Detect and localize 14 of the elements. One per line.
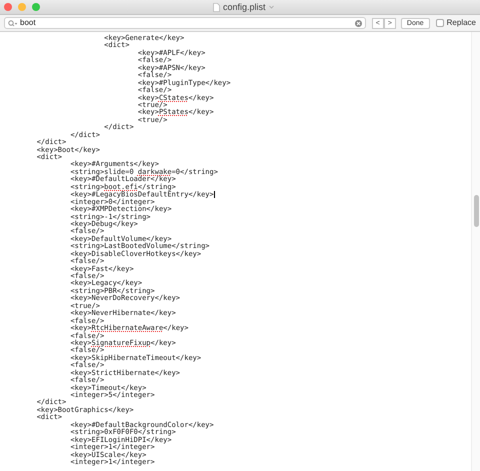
clear-icon[interactable] xyxy=(354,20,362,26)
search-field[interactable]: boot xyxy=(4,17,366,29)
zoom-icon[interactable] xyxy=(32,3,40,11)
search-input[interactable]: boot xyxy=(20,18,352,28)
scrollbar[interactable] xyxy=(471,32,480,471)
minimize-icon[interactable] xyxy=(18,3,26,11)
document-icon xyxy=(213,2,220,12)
window-title: config.plist xyxy=(223,1,266,13)
close-icon[interactable] xyxy=(4,3,12,11)
replace-label: Replace xyxy=(446,17,476,29)
scrollbar-thumb[interactable] xyxy=(474,195,479,227)
replace-checkbox[interactable] xyxy=(436,19,444,27)
search-icon xyxy=(8,20,17,26)
chevron-down-icon[interactable] xyxy=(268,5,274,9)
